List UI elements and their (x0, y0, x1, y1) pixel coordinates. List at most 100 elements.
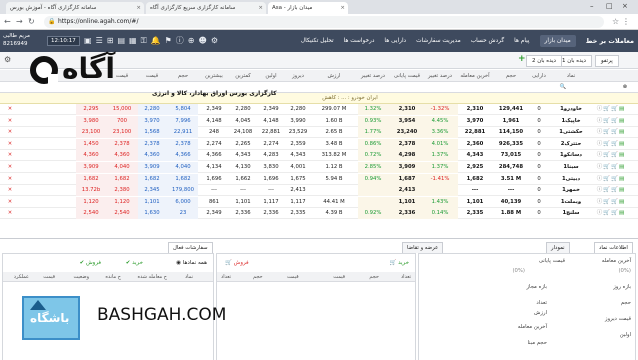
list-icon[interactable]: ☰ (96, 36, 107, 45)
browser-menu-icon[interactable]: ⋮ (622, 17, 630, 26)
close-icon[interactable]: × (136, 2, 141, 14)
minimize-icon[interactable]: – (590, 2, 594, 10)
column-header[interactable]: دیروز (284, 70, 312, 82)
chart-icon[interactable]: ▤ (619, 210, 625, 216)
sell-cart-icon[interactable]: 🛒 (611, 176, 619, 182)
table-row[interactable]: ⓘ🛒🛒▤ خمهر1 0 --- --- 2,413 2,413 --- --- --- 179,8… (0, 185, 638, 197)
chart-icon[interactable]: ▤ (619, 199, 625, 205)
column-header[interactable]: قیمت پایانی (392, 70, 422, 82)
browser-tab-active[interactable]: Asa - میدان بازار × (268, 2, 348, 14)
buy-cart-icon[interactable]: 🛒 (603, 129, 611, 135)
briefcase-icon[interactable]: ▣ (84, 36, 96, 45)
filter-buy[interactable]: ✔ خرید (126, 260, 143, 266)
menu-item-order-management[interactable]: مدیریت سفارشات (416, 38, 461, 44)
maximize-icon[interactable]: □ (606, 2, 613, 10)
bell-icon[interactable]: 🔔 (151, 36, 165, 45)
forward-icon[interactable]: → (16, 17, 23, 27)
menu-item-assets[interactable]: دارایی ها (384, 38, 406, 44)
menu-item-market[interactable]: میدان بازار (539, 35, 576, 47)
buy-cart-icon[interactable]: 🛒 (603, 210, 611, 216)
chart-icon[interactable]: ▤ (619, 118, 625, 124)
column-header[interactable]: ارزش (314, 70, 354, 82)
cart-icon[interactable]: ⊞ (107, 36, 118, 45)
chart-icon[interactable]: ▤ (619, 187, 625, 193)
chart-icon[interactable]: ▤ (619, 176, 625, 182)
remove-row-icon[interactable]: ✕ (2, 104, 18, 115)
plus-circle-icon[interactable]: ⊕ (188, 36, 199, 45)
buy-cart-icon[interactable]: 🛒 (603, 164, 611, 170)
tab-supply-demand[interactable]: عرضه و تقاضا (402, 242, 444, 253)
tab-active-orders[interactable]: سفارشات فعال (168, 242, 213, 253)
sell-cart-icon[interactable]: 🛒 (611, 164, 619, 170)
table-row[interactable]: ⓘ🛒🛒▤ حتترک2 0 926,335 2,360 4.01% 2,378 0.86% 3.… (0, 138, 638, 150)
column-header[interactable]: درصد تغییر (424, 70, 456, 82)
remove-row-icon[interactable]: ✕ (2, 139, 18, 150)
filter-sell[interactable]: ✔ فروش (80, 260, 101, 266)
chart-icon[interactable]: ▤ (619, 129, 625, 135)
remove-row-icon[interactable]: ✕ (2, 208, 18, 219)
chart-icon[interactable]: ▤ (117, 36, 129, 45)
info-icon[interactable]: ⓘ (176, 36, 188, 45)
star-icon[interactable]: ☆ (612, 17, 619, 27)
buy-cart-icon[interactable]: 🛒 (603, 106, 611, 112)
table-row[interactable]: ⓘ🛒🛒▤ دسانکو1 0 73,015 4,343 1.37% 4,298 0.72% 31… (0, 150, 638, 162)
settings-icon[interactable]: ⚙ (211, 36, 222, 45)
sell-cart-icon[interactable]: 🛒 (611, 199, 619, 205)
tab-watch-2[interactable]: دیده بان 2 (526, 55, 562, 67)
column-header[interactable]: دارایی (528, 70, 550, 82)
menu-item-requests[interactable]: درخواست ها (344, 38, 375, 44)
filter-all-symbols[interactable]: ◉ همه نمادها (176, 260, 207, 266)
remove-row-icon[interactable]: ✕ (2, 116, 18, 127)
sell-cart-icon[interactable]: 🛒 (611, 141, 619, 147)
column-header[interactable]: حجم (494, 70, 528, 82)
table-row[interactable]: ⓘ🛒🛒▤ خاپیک1 0 1,961 3,970 4.45% 3,954 0.93% 1.60… (0, 115, 638, 127)
close-icon[interactable]: × (258, 2, 263, 14)
chart-icon[interactable]: ▤ (619, 152, 625, 158)
buy-cart-icon[interactable]: 🛒 (603, 176, 611, 182)
buy-cart-icon[interactable]: 🛒 (603, 118, 611, 124)
add-watch-icon[interactable]: + (518, 54, 526, 64)
chart-icon[interactable]: ▤ (619, 141, 625, 147)
tab-portfolio[interactable]: پرتفو (595, 55, 619, 67)
menu-item-account-turnover[interactable]: گردش حساب (471, 38, 504, 44)
clear-filter-icon[interactable]: ⊗ (618, 82, 632, 93)
sell-cart-icon[interactable]: 🛒 (611, 210, 619, 216)
remove-row-icon[interactable]: ✕ (2, 174, 18, 185)
key-icon[interactable]: ⚿ (141, 36, 151, 45)
close-window-icon[interactable]: × (622, 2, 628, 10)
sell-cart-icon[interactable]: 🛒 (611, 129, 619, 135)
chart-icon[interactable]: ▤ (619, 106, 625, 112)
buy-cart-icon[interactable]: 🛒 (603, 187, 611, 193)
menu-item-messages[interactable]: پیام ها (514, 38, 529, 44)
table-row[interactable]: ⓘ🛒🛒▤ سلنچ1 0 1.88 M 2,335 0.14% 2,336 0.92% 4.39… (0, 208, 638, 220)
remove-row-icon[interactable]: ✕ (2, 185, 18, 196)
gear-icon[interactable]: ⚙ (4, 55, 11, 64)
close-icon[interactable]: × (340, 2, 345, 14)
browser-tab[interactable]: سامانه کارگزاری آگاه - آموزش بورس × (6, 2, 144, 14)
remove-row-icon[interactable]: ✕ (2, 127, 18, 138)
buy-cart-icon[interactable]: 🛒 (603, 141, 611, 147)
menu-item-technical-analysis[interactable]: تحلیل تکنیکال (301, 38, 334, 44)
column-header[interactable]: نماد (552, 70, 590, 82)
back-icon[interactable]: ← (4, 17, 11, 27)
sell-cart-icon[interactable]: 🛒 (611, 152, 619, 158)
sell-cart-icon[interactable]: 🛒 (611, 187, 619, 193)
remove-row-icon[interactable]: ✕ (2, 162, 18, 173)
tab-chart[interactable]: نمودار (546, 242, 570, 253)
user-info[interactable]: مریم طالبی 8216949 (3, 32, 30, 48)
column-header[interactable]: درصد تغییر (358, 70, 388, 82)
remove-row-icon[interactable]: ✕ (2, 197, 18, 208)
chart-icon[interactable]: ▤ (619, 164, 625, 170)
column-header[interactable]: آخرین معامله (458, 70, 492, 82)
table-row[interactable]: ⓘ🛒🛒▤ خاودرو1 0 129,441 2,310 -1.32% 2,310 1.32%… (0, 104, 638, 115)
buy-cart-icon[interactable]: 🛒 (603, 152, 611, 158)
reload-icon[interactable]: ↻ (28, 17, 35, 27)
search-icon[interactable]: 🔍 (556, 82, 570, 93)
tab-symbol-info[interactable]: اطلاعات نماد (594, 242, 633, 253)
remove-row-icon[interactable]: ✕ (2, 150, 18, 161)
buy-cart-icon[interactable]: 🛒 (603, 199, 611, 205)
user-icon[interactable]: ☻ (199, 36, 211, 45)
url-input[interactable]: 🔒 https://online.agah.com/#/ (44, 16, 604, 28)
table-row[interactable]: ⓘ🛒🛒▤ سبنا1 0 284,748 2,925 1.37% 3,909 2.85% 1.1… (0, 162, 638, 173)
table-row[interactable]: ⓘ🛒🛒▤ وبملت1 0 40,139 1,101 1.43% 1,101 44.41 M 1… (0, 196, 638, 208)
